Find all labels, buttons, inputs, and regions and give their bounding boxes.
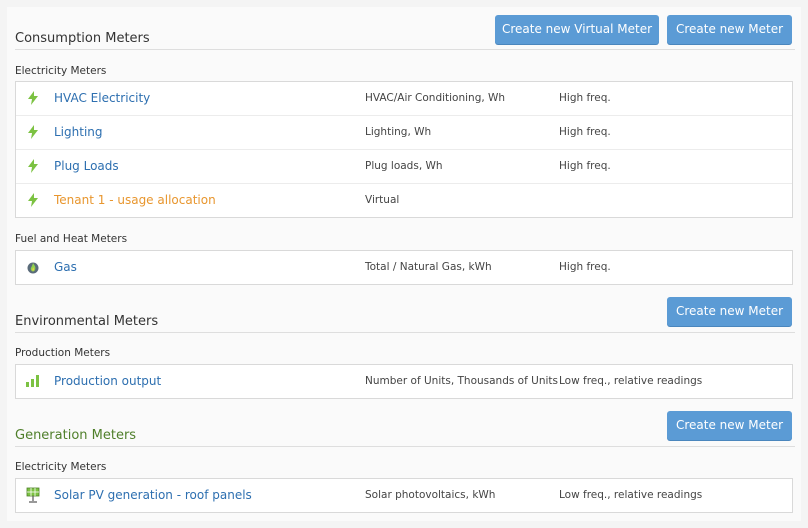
meter-link[interactable]: Production output [54, 374, 161, 388]
electricity-meters-list: HVAC Electricity HVAC/Air Conditioning, … [15, 81, 793, 218]
meter-row-plug-loads: Plug Loads Plug loads, Wh High freq. [16, 150, 792, 184]
meter-frequency: High freq. [559, 261, 611, 273]
section-divider [15, 446, 795, 447]
meter-description: Plug loads, Wh [365, 160, 443, 172]
meter-link[interactable]: Solar PV generation - roof panels [54, 488, 252, 502]
solar-panel-icon [25, 487, 41, 503]
meter-row-gas: Gas Total / Natural Gas, kWh High freq. [16, 251, 792, 284]
meter-row-tenant-allocation: Tenant 1 - usage allocation Virtual [16, 184, 792, 217]
meter-description: Number of Units, Thousands of Units [365, 375, 558, 387]
section-divider [15, 49, 795, 50]
section-divider [15, 332, 795, 333]
consumption-meters-title: Consumption Meters [15, 31, 150, 46]
group-label-generation-electricity: Electricity Meters [15, 461, 107, 473]
meter-frequency: High freq. [559, 126, 611, 138]
meter-row-hvac-electricity: HVAC Electricity HVAC/Air Conditioning, … [16, 82, 792, 116]
create-meter-button-environmental[interactable]: Create new Meter [667, 297, 792, 326]
meter-link[interactable]: Plug Loads [54, 159, 119, 173]
meter-frequency: High freq. [559, 92, 611, 104]
meter-description: Total / Natural Gas, kWh [365, 261, 492, 273]
meters-page: Consumption Meters Create new Virtual Me… [7, 7, 801, 521]
create-meter-button-generation[interactable]: Create new Meter [667, 411, 792, 440]
meter-description: Solar photovoltaics, kWh [365, 489, 496, 501]
virtual-meter-link[interactable]: Tenant 1 - usage allocation [54, 193, 216, 207]
production-meters-list: Production output Number of Units, Thous… [15, 364, 793, 399]
meter-row-lighting: Lighting Lighting, Wh High freq. [16, 116, 792, 150]
lightning-icon [25, 158, 41, 174]
create-meter-button-consumption[interactable]: Create new Meter [667, 15, 792, 44]
meter-description: Lighting, Wh [365, 126, 432, 138]
lightning-icon [25, 192, 41, 208]
meter-frequency: Low freq., relative readings [559, 375, 703, 387]
meter-description: HVAC/Air Conditioning, Wh [365, 92, 506, 104]
meter-link[interactable]: Lighting [54, 125, 103, 139]
fuel-heat-meters-list: Gas Total / Natural Gas, kWh High freq. [15, 250, 793, 285]
create-virtual-meter-button[interactable]: Create new Virtual Meter [495, 15, 659, 44]
meter-link[interactable]: Gas [54, 260, 77, 274]
meter-frequency: High freq. [559, 160, 611, 172]
lightning-icon [25, 90, 41, 106]
generation-meters-title: Generation Meters [15, 428, 137, 443]
group-label-electricity: Electricity Meters [15, 65, 107, 77]
meter-frequency: Low freq., relative readings [559, 489, 703, 501]
lightning-icon [25, 124, 41, 140]
meter-link[interactable]: HVAC Electricity [54, 91, 150, 105]
meter-row-production-output: Production output Number of Units, Thous… [16, 365, 792, 398]
group-label-production: Production Meters [15, 347, 111, 359]
environmental-meters-title: Environmental Meters [15, 314, 159, 329]
meter-description: Virtual [365, 194, 400, 206]
flame-icon [25, 259, 41, 275]
meter-row-solar-pv: Solar PV generation - roof panels Solar … [16, 479, 792, 512]
generation-meters-list: Solar PV generation - roof panels Solar … [15, 478, 793, 513]
group-label-fuel-heat: Fuel and Heat Meters [15, 233, 128, 245]
bar-chart-icon [25, 373, 41, 389]
